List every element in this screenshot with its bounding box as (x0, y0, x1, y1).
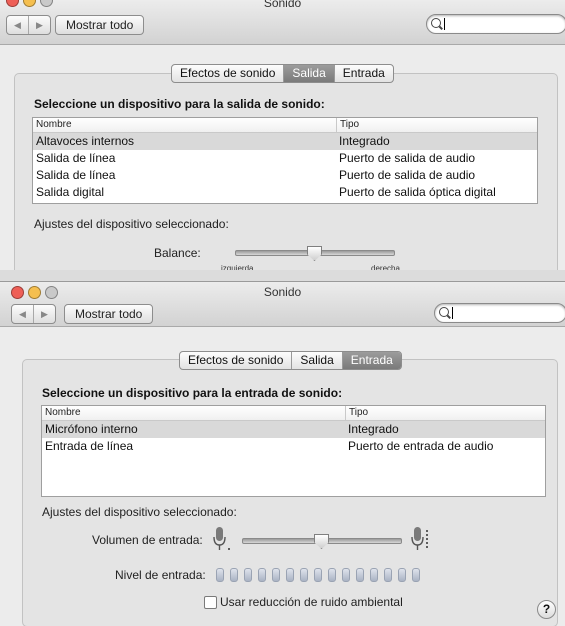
title-bar: Sonido ◀ ▶ Mostrar todo (0, 0, 565, 45)
help-button[interactable]: ? (537, 600, 556, 619)
tab-bar: Efectos de sonido Salida Entrada (179, 351, 402, 370)
table-row[interactable]: Salida digital Puerto de salida óptica d… (33, 184, 537, 201)
text-cursor (444, 18, 445, 30)
device-name: Salida de línea (36, 151, 116, 165)
settings-label: Ajustes del dispositivo seleccionado: (42, 505, 237, 519)
volume-label: Volumen de entrada: (92, 533, 203, 547)
search-icon (439, 307, 449, 317)
microphone-low-icon (213, 527, 230, 550)
level-segment (384, 568, 392, 582)
device-type: Integrado (339, 134, 390, 148)
level-segment (230, 568, 238, 582)
back-icon[interactable]: ◀ (12, 305, 33, 323)
device-name: Entrada de línea (45, 439, 134, 453)
tab-entrada[interactable]: Entrada (341, 352, 401, 369)
window-title: Sonido (263, 285, 302, 299)
search-input[interactable] (434, 303, 565, 323)
tab-salida[interactable]: Salida (291, 352, 341, 369)
input-level-meter (216, 568, 420, 582)
forward-icon[interactable]: ▶ (33, 305, 55, 323)
output-device-table: Nombre Tipo Altavoces internos Integrado… (32, 117, 538, 204)
window-title: Sonido (263, 0, 302, 10)
input-window: Sonido ◀ ▶ Mostrar todo Efectos de sonido… (0, 281, 565, 626)
device-name: Salida de línea (36, 168, 116, 182)
tab-entrada[interactable]: Entrada (333, 65, 393, 82)
device-name: Altavoces internos (36, 134, 135, 148)
level-segment (398, 568, 406, 582)
column-type-header[interactable]: Tipo (345, 406, 545, 420)
level-segment (328, 568, 336, 582)
show-all-button[interactable]: Mostrar todo (64, 304, 154, 324)
back-icon[interactable]: ◀ (7, 16, 28, 34)
level-segment (412, 568, 420, 582)
device-type: Puerto de entrada de audio (348, 439, 494, 453)
text-cursor (452, 307, 453, 319)
output-window: Sonido ◀ ▶ Mostrar todo Efectos de sonido… (0, 0, 565, 270)
level-segment (342, 568, 350, 582)
table-row[interactable]: Micrófono interno Integrado (42, 421, 545, 438)
noise-reduction-label[interactable]: Usar reducción de ruido ambiental (220, 595, 403, 609)
column-name-header[interactable]: Nombre (33, 118, 336, 132)
settings-label: Ajustes del dispositivo seleccionado: (34, 217, 229, 231)
level-label: Nivel de entrada: (115, 568, 206, 582)
device-type: Puerto de salida óptica digital (339, 185, 496, 199)
back-forward-buttons[interactable]: ◀ ▶ (11, 304, 56, 324)
balance-label: Balance: (154, 246, 201, 260)
tab-salida[interactable]: Salida (283, 65, 334, 82)
table-row[interactable]: Entrada de línea Puerto de entrada de au… (42, 438, 545, 455)
level-segment (258, 568, 266, 582)
microphone-high-icon (411, 527, 428, 550)
back-forward-buttons[interactable]: ◀ ▶ (6, 15, 51, 35)
window-separator (0, 270, 565, 281)
tab-efectos[interactable]: Efectos de sonido (180, 352, 291, 369)
device-type: Puerto de salida de audio (339, 151, 476, 165)
level-segment (244, 568, 252, 582)
device-name: Micrófono interno (45, 422, 138, 436)
level-segment (356, 568, 364, 582)
level-segment (216, 568, 224, 582)
level-segment (300, 568, 308, 582)
device-heading: Seleccione un dispositivo para la salida… (34, 97, 325, 111)
input-device-table: Nombre Tipo Micrófono interno Integrado … (41, 405, 546, 497)
device-type: Integrado (348, 422, 399, 436)
device-name: Salida digital (36, 185, 105, 199)
noise-reduction-checkbox[interactable] (204, 596, 217, 609)
table-header: Nombre Tipo (33, 118, 537, 133)
tab-bar: Efectos de sonido Salida Entrada (171, 64, 394, 83)
level-segment (370, 568, 378, 582)
title-bar: Sonido ◀ ▶ Mostrar todo (0, 282, 565, 327)
tab-efectos[interactable]: Efectos de sonido (172, 65, 283, 82)
table-header: Nombre Tipo (42, 406, 545, 421)
table-row[interactable]: Salida de línea Puerto de salida de audi… (33, 167, 537, 184)
level-segment (314, 568, 322, 582)
level-segment (286, 568, 294, 582)
search-input[interactable] (426, 14, 565, 34)
level-segment (272, 568, 280, 582)
column-type-header[interactable]: Tipo (336, 118, 537, 132)
device-heading: Seleccione un dispositivo para la entrad… (42, 386, 343, 400)
table-row[interactable]: Altavoces internos Integrado (33, 133, 537, 150)
forward-icon[interactable]: ▶ (28, 16, 50, 34)
column-name-header[interactable]: Nombre (42, 406, 345, 420)
device-type: Puerto de salida de audio (339, 168, 476, 182)
table-row[interactable]: Salida de línea Puerto de salida de audi… (33, 150, 537, 167)
search-icon (431, 18, 441, 28)
show-all-button[interactable]: Mostrar todo (55, 15, 145, 35)
